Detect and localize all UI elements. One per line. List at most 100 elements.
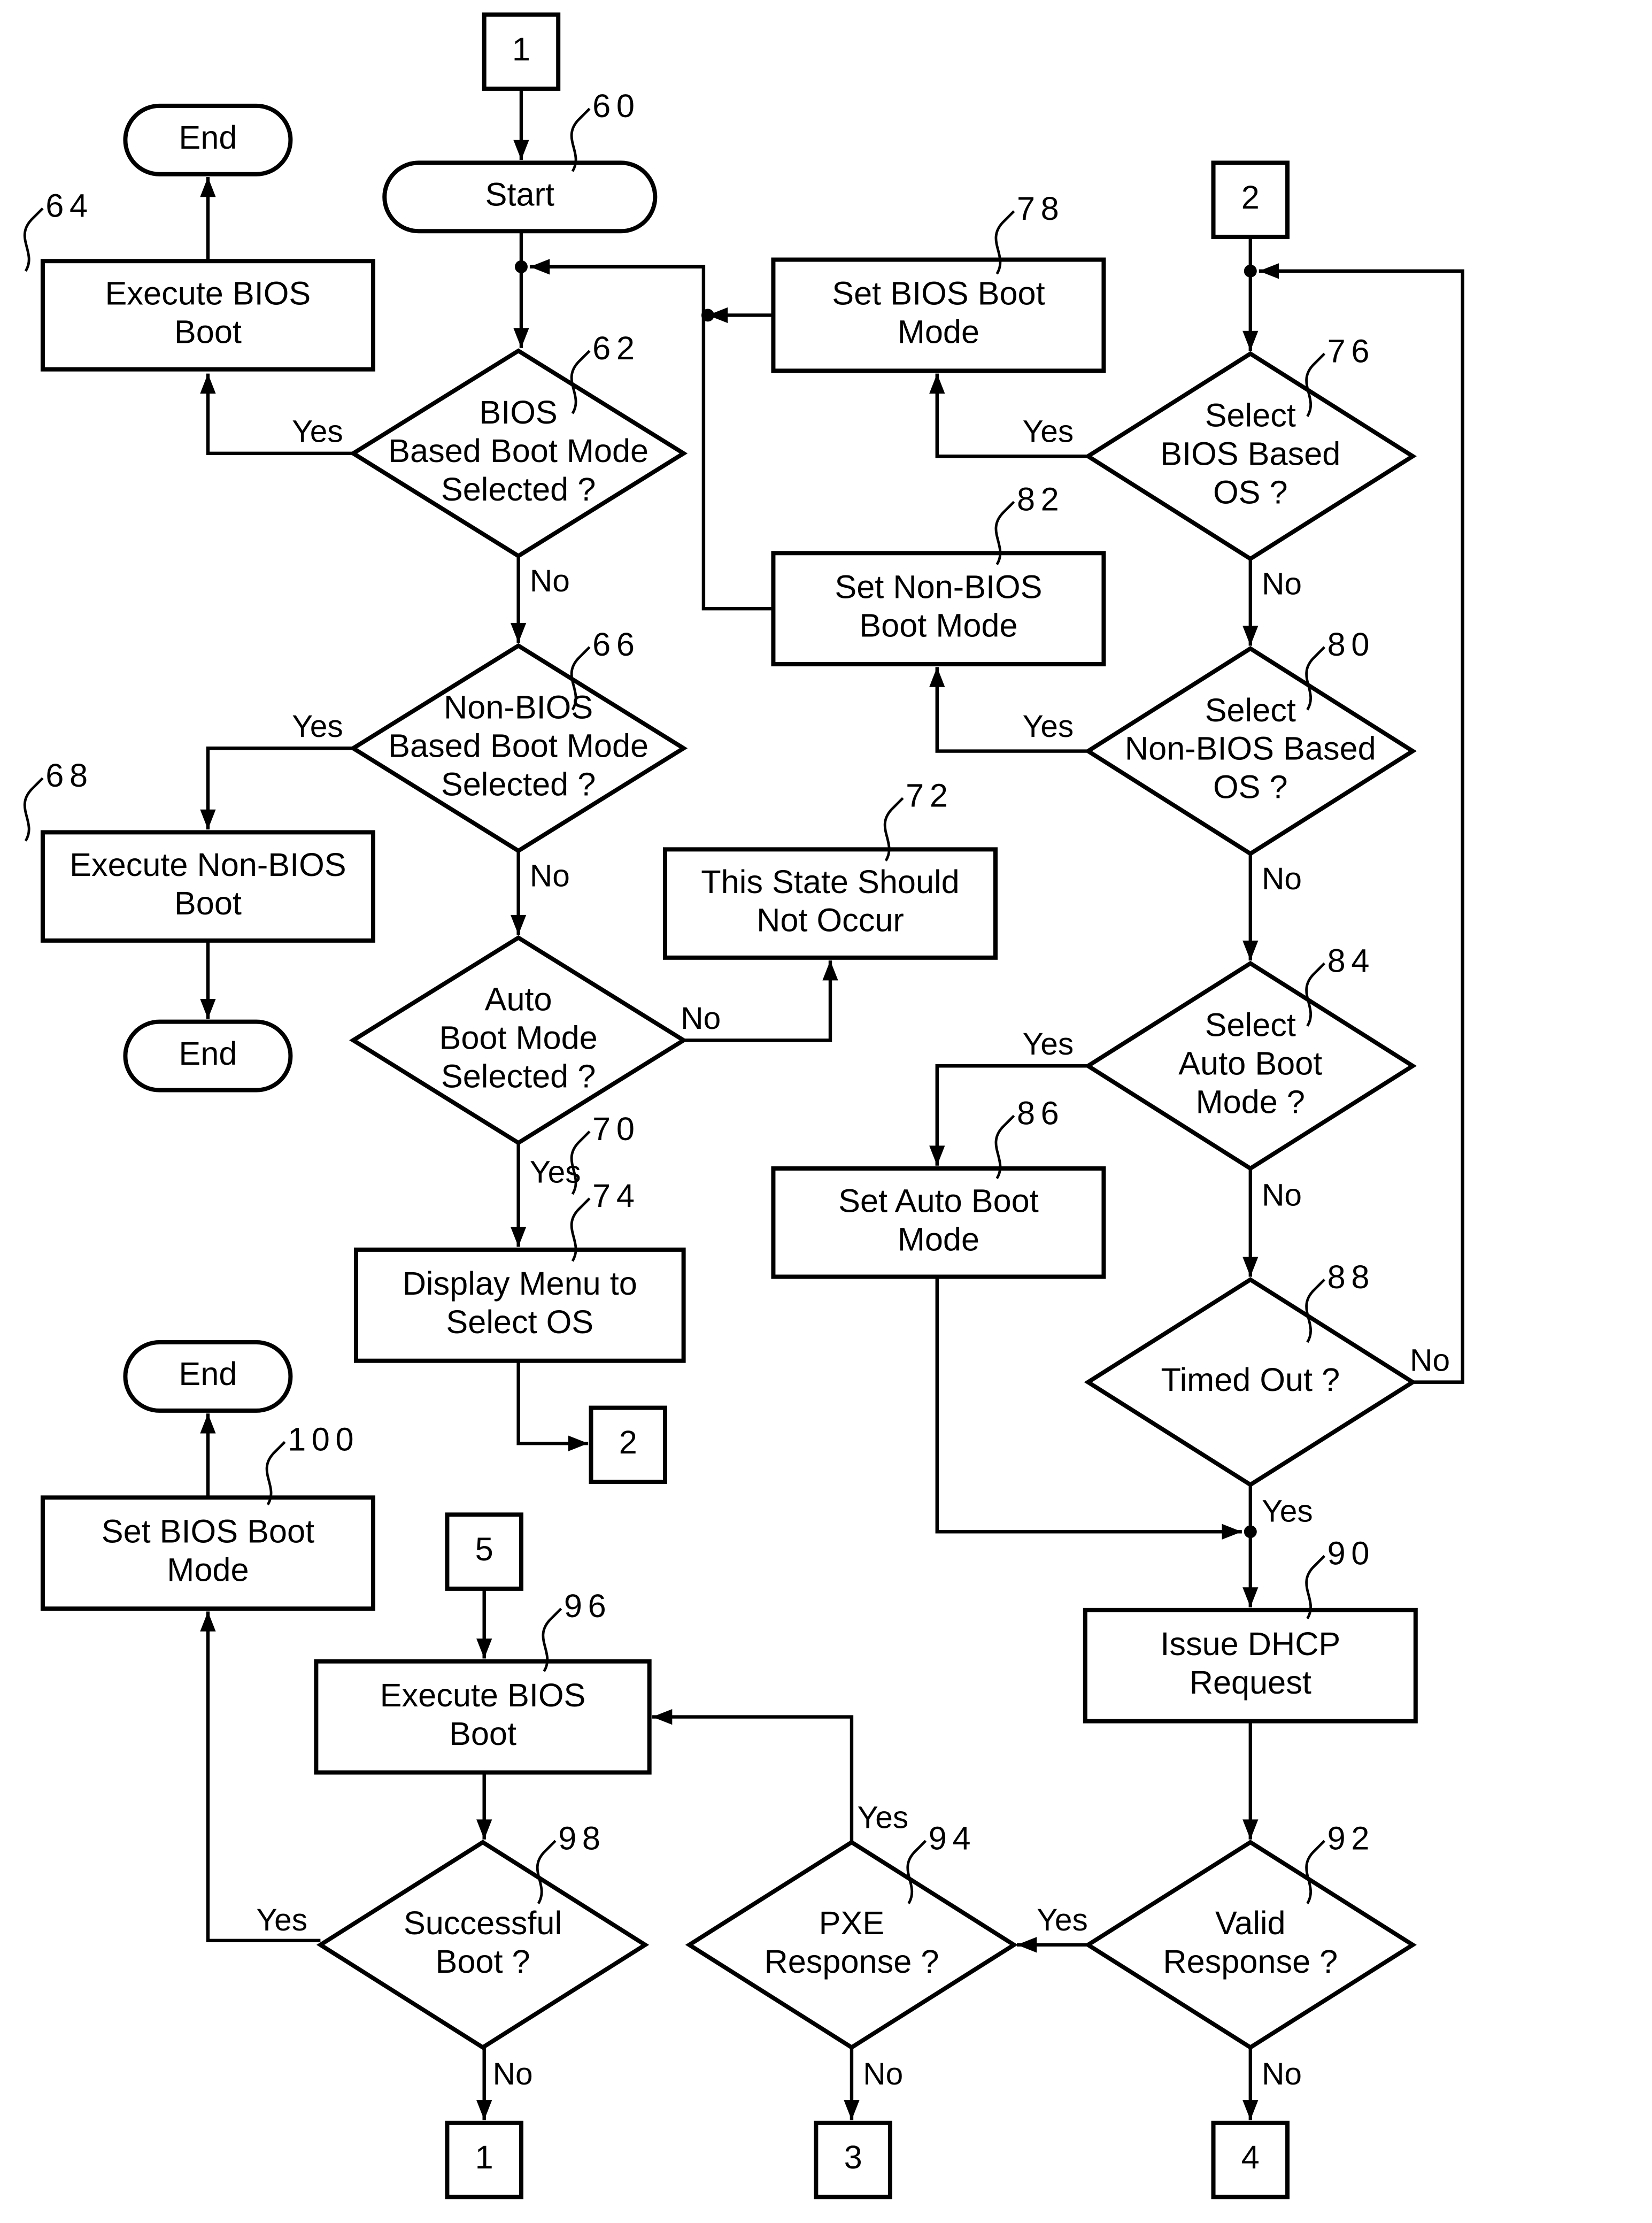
arrowhead-icon — [929, 1145, 945, 1166]
junction-dot — [1244, 264, 1257, 278]
connector-e-d66-d70 — [510, 851, 527, 935]
reference-leader — [23, 207, 44, 272]
connector-e-d80-d84 — [1242, 853, 1259, 961]
reference-number: 76 — [1327, 333, 1375, 369]
connector-e-d66-p68 — [200, 747, 353, 830]
edge-label-d98_no: No — [493, 2057, 533, 2091]
node-conn5: 5 — [445, 1512, 523, 1591]
connector-e-c1-start — [513, 88, 529, 160]
reference-number: 64 — [45, 188, 93, 224]
arrowhead-icon — [476, 1639, 492, 1659]
arrowhead-icon — [200, 177, 216, 197]
node-text: Successful — [404, 1905, 562, 1941]
connector-e-p100-end3 — [200, 1413, 216, 1498]
arrowhead-icon — [822, 960, 838, 981]
arrowhead-icon — [1242, 1257, 1259, 1277]
reference-number: 90 — [1327, 1535, 1375, 1572]
connector-e-c2-d76 — [1242, 236, 1259, 351]
node-text: Selected ? — [441, 766, 596, 802]
edge-label-d70_yes: Yes — [530, 1155, 581, 1190]
arrowhead-icon — [1222, 1524, 1242, 1540]
arrowhead-icon — [1242, 1819, 1259, 1840]
node-conn4: 4 — [1211, 2120, 1290, 2199]
node-text: Non-BIOS Based — [1125, 730, 1376, 767]
node-text: Set Auto Boot — [838, 1183, 1039, 1219]
arrowhead-icon — [1242, 330, 1259, 351]
arrowhead-icon — [1242, 940, 1259, 961]
arrowhead-icon — [844, 2100, 860, 2120]
node-text: Based Boot Mode — [388, 727, 649, 764]
node-text: Select — [1205, 397, 1296, 433]
node-text: BIOS — [479, 394, 557, 430]
arrowhead-icon — [200, 999, 216, 1019]
connector-e-c5-p96 — [476, 1588, 492, 1659]
node-text: This State Should — [701, 864, 959, 900]
arrowhead-icon — [929, 373, 945, 394]
connector-e-p78-merge — [707, 307, 774, 324]
edge-label-d62_no: No — [530, 564, 570, 598]
node-conn1_bottom: 1 — [445, 2120, 523, 2199]
node-text: BIOS Based — [1160, 435, 1340, 472]
reference-number: 82 — [1017, 481, 1064, 517]
boot-flowchart: 1Start60BIOSBased Boot ModeSelected ?62E… — [23, 12, 1464, 2199]
edge-label-d62_yes: Yes — [292, 414, 343, 449]
arrowhead-icon — [200, 809, 216, 830]
edge-label-d66_no: No — [530, 859, 570, 894]
edge-label-d76_yes: Yes — [1023, 414, 1074, 449]
node-conn3: 3 — [814, 2120, 892, 2199]
connector-e-d92-d94 — [1016, 1937, 1089, 1953]
connector-e-d84-d88 — [1242, 1168, 1259, 1277]
node-text: Mode — [898, 1221, 979, 1257]
connector-e-d94-c3 — [844, 2047, 860, 2120]
node-text: Non-BIOS — [444, 689, 593, 725]
edge-label-d80_yes: Yes — [1023, 709, 1074, 744]
node-text: Selected ? — [441, 1058, 596, 1094]
node-d92: ValidResponse ? 92 — [1084, 1820, 1417, 2050]
node-text: Selected ? — [441, 471, 596, 507]
node-text: End — [179, 119, 237, 156]
node-d84: SelectAuto BootMode ? 84 — [1084, 942, 1417, 1171]
connector-line — [652, 1715, 854, 1843]
arrowhead-icon — [1242, 626, 1259, 646]
edge-label-d76_no: No — [1262, 567, 1302, 602]
arrowhead-icon — [929, 667, 945, 687]
node-text: Execute Non-BIOS — [70, 847, 346, 883]
connector-e-d70-p74 — [510, 1143, 527, 1247]
edge-label-d98_yes: Yes — [256, 1903, 307, 1937]
reference-number: 74 — [592, 1178, 640, 1214]
connector-e-d92-c4 — [1242, 2047, 1259, 2120]
node-text: Set Non-BIOS — [835, 568, 1042, 605]
reference-number: 84 — [1327, 942, 1375, 979]
node-text: Select — [1205, 692, 1296, 728]
junction-dot — [701, 309, 714, 322]
node-p78: Set BIOS BootMode 78 — [771, 190, 1106, 373]
connector-line — [516, 1360, 589, 1445]
connector-e-d88-p90 — [1242, 1484, 1259, 1607]
connector-e-d98-p100 — [200, 1611, 321, 1943]
node-text: Timed Out ? — [1161, 1362, 1340, 1398]
edge-label-d80_no: No — [1262, 861, 1302, 896]
edge-label-d94_yes: Yes — [858, 1800, 909, 1835]
reference-number: 98 — [558, 1820, 606, 1856]
node-text: Boot Mode — [859, 607, 1017, 643]
arrowhead-icon — [476, 2100, 492, 2120]
node-text: End — [179, 1035, 237, 1072]
connector-e-start-d62 — [513, 231, 529, 348]
node-p72: This State ShouldNot Occur 72 — [662, 777, 998, 960]
node-text: Auto — [485, 981, 552, 1018]
arrowhead-icon — [1242, 1587, 1259, 1607]
reference-number: 86 — [1017, 1095, 1064, 1131]
node-text: OS ? — [1213, 769, 1288, 805]
arrowhead-icon — [510, 622, 527, 643]
node-conn2_top: 2 — [1211, 160, 1290, 239]
node-d88: Timed Out ? 88 — [1084, 1259, 1417, 1488]
reference-leader — [265, 1441, 286, 1505]
connector-e-p74-c2 — [516, 1360, 589, 1451]
node-text: 4 — [1241, 2139, 1260, 2175]
reference-number: 96 — [564, 1588, 612, 1624]
connector-line — [206, 747, 353, 830]
connector-e-d98-c1 — [476, 2047, 492, 2120]
node-text: 1 — [512, 31, 530, 67]
node-text: Set BIOS Boot — [832, 275, 1045, 312]
node-text: Display Menu to — [403, 1265, 637, 1302]
